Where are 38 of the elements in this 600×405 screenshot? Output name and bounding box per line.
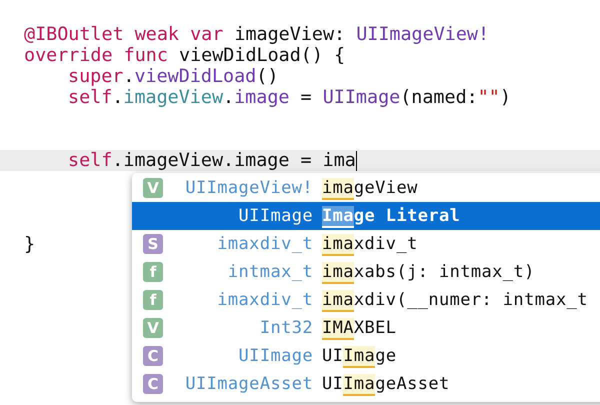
return-type: Int32 (258, 318, 313, 338)
code-line: self.imageView.image = ima (67, 150, 356, 171)
completion-name: Image Literal (322, 206, 460, 226)
completion-item[interactable]: V UIImageView! imageView (132, 174, 600, 202)
return-type: UIImage (238, 206, 313, 226)
symbol-kind-badge: C (143, 374, 163, 394)
code-line: self.imageView.image = UIImage(named:"") (67, 87, 511, 108)
code-line: } (24, 234, 36, 255)
return-type: intmax_t (226, 262, 313, 282)
completion-item[interactable]: f imaxdiv_t imaxdiv(__numer: intmax_t (132, 286, 600, 314)
completion-item[interactable]: V Int32 IMAXBEL (132, 314, 600, 342)
return-type: UIImage (238, 346, 313, 366)
symbol-kind-badge: f (143, 262, 163, 282)
text-cursor (356, 150, 358, 170)
symbol-kind-badge: f (143, 290, 163, 310)
completion-name: imaxdiv_t (322, 234, 418, 254)
symbol-kind-badge: C (143, 346, 163, 366)
completion-item[interactable]: f intmax_t imaxabs(j: intmax_t) (132, 258, 600, 286)
code-line: super.viewDidLoad() (67, 66, 278, 87)
symbol-kind-badge: V (143, 178, 163, 198)
completion-item[interactable]: C UIImageAsset UIImageAsset (132, 370, 600, 398)
code-line: @IBOutlet weak var imageView: UIImageView! (24, 24, 490, 45)
completion-name: imaxabs(j: intmax_t) (322, 262, 535, 282)
return-type: imaxdiv_t (216, 290, 313, 310)
return-type: UIImageView! (184, 178, 313, 198)
completion-item[interactable]: S imaxdiv_t imaxdiv_t (132, 230, 600, 258)
completion-name: UIImage (322, 346, 396, 366)
return-type: UIImageAsset (184, 374, 313, 394)
completion-name: IMAXBEL (322, 318, 396, 338)
completion-name: UIImageAsset (322, 374, 450, 394)
completion-name: imaxdiv(__numer: intmax_t (322, 290, 588, 310)
return-type: imaxdiv_t (216, 234, 313, 254)
symbol-kind-badge: V (143, 318, 163, 338)
completion-item[interactable]: UIImage Image Literal (132, 202, 600, 230)
code-line: override func viewDidLoad() { (24, 45, 346, 66)
completion-item[interactable]: C UIImage UIImage (132, 342, 600, 370)
completion-name: imageView (322, 178, 418, 198)
symbol-kind-badge: S (143, 234, 163, 254)
